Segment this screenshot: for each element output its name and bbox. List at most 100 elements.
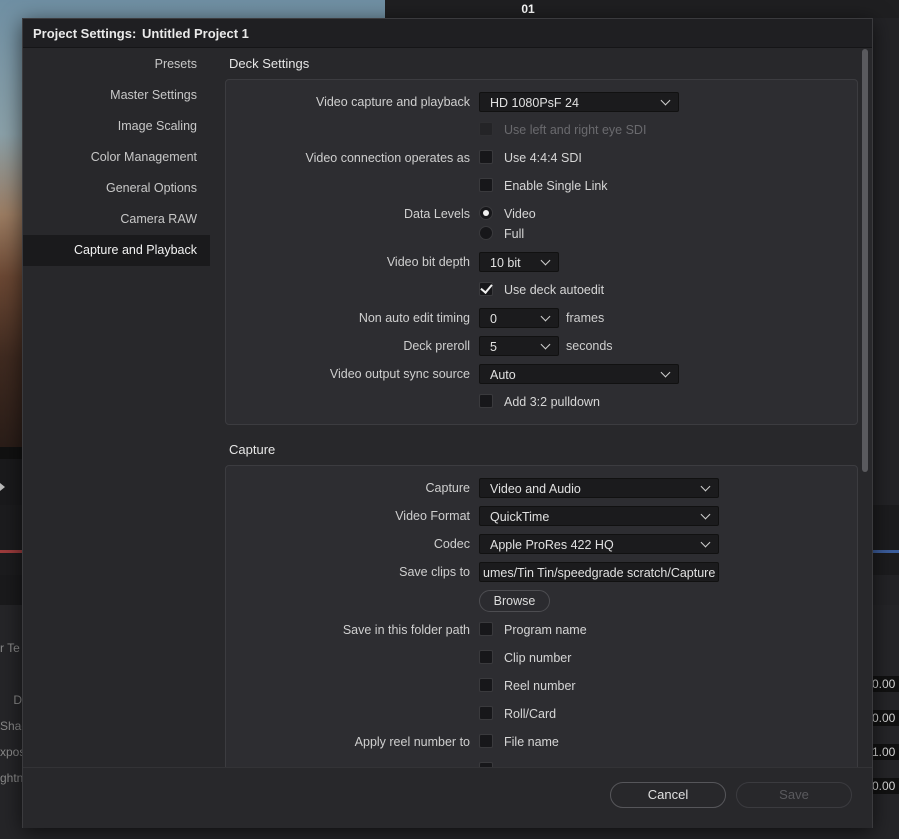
sidebar-item-capture-and-playback[interactable]: Capture and Playback	[23, 235, 210, 266]
reel-number-row: Reel number	[226, 676, 857, 698]
sdi444-checkbox[interactable]	[479, 150, 493, 164]
chevron-down-icon	[540, 255, 551, 266]
dialog-titlebar: Project Settings: Untitled Project 1	[23, 19, 872, 48]
reel-number-label: Reel number	[504, 679, 576, 693]
background-value-field[interactable]: 0.00	[872, 710, 899, 726]
scrollbar-thumb[interactable]	[862, 49, 868, 472]
bit-depth-dropdown[interactable]: 10 bit	[479, 252, 559, 272]
sdi444-label: Use 4:4:4 SDI	[504, 151, 582, 165]
data-levels-full-row: Full	[226, 224, 857, 246]
video-format-dropdown[interactable]: QuickTime	[479, 506, 719, 526]
deck-preroll-dropdown[interactable]: 5	[479, 336, 559, 356]
chevron-down-icon	[700, 537, 711, 548]
non-auto-edit-unit: frames	[566, 311, 605, 325]
sync-source-label: Video output sync source	[329, 367, 470, 381]
non-auto-edit-label: Non auto edit timing	[358, 311, 470, 325]
play-icon[interactable]	[0, 483, 5, 491]
content-scrollbar[interactable]	[861, 49, 869, 797]
deck-preroll-label: Deck preroll	[403, 339, 470, 353]
video-capture-dropdown[interactable]: HD 1080PsF 24	[479, 92, 679, 112]
sync-source-value: Auto	[490, 368, 516, 382]
non-auto-edit-dropdown[interactable]: 0	[479, 308, 559, 328]
data-levels-full-radio[interactable]	[479, 226, 493, 240]
chevron-down-icon	[660, 95, 671, 106]
program-name-row: Save in this folder path Program name	[226, 620, 857, 642]
sync-source-dropdown[interactable]: Auto	[479, 364, 679, 384]
capture-row: Capture Video and Audio	[226, 478, 857, 500]
autoedit-checkbox[interactable]	[479, 281, 493, 296]
capture-group: Capture Video and Audio Video Format Qui…	[225, 465, 858, 767]
cancel-button[interactable]: Cancel	[610, 782, 726, 808]
dialog-title-project: Untitled Project 1	[142, 26, 249, 41]
bit-depth-row: Video bit depth 10 bit	[226, 252, 857, 274]
autoedit-row: Use deck autoedit	[226, 280, 857, 302]
clip-number-label: Clip number	[504, 651, 572, 665]
clip-number-checkbox[interactable]	[479, 650, 493, 664]
reel-number-checkbox[interactable]	[479, 678, 493, 692]
sidebar-item-master-settings[interactable]: Master Settings	[23, 80, 210, 111]
background-label: ghtn	[0, 771, 22, 785]
project-settings-dialog: Project Settings: Untitled Project 1 Pre…	[22, 18, 873, 828]
video-format-value: QuickTime	[490, 510, 550, 524]
browse-row: Browse	[226, 590, 857, 612]
chevron-down-icon	[700, 481, 711, 492]
save-clips-path-field[interactable]: umes/Tin Tin/speedgrade scratch/Capture	[479, 562, 719, 582]
settings-content: Deck Settings Video capture and playback…	[225, 49, 858, 767]
program-name-label: Program name	[504, 623, 587, 637]
video-format-row: Video Format QuickTime	[226, 506, 857, 528]
sidebar-item-camera-raw[interactable]: Camera RAW	[23, 204, 210, 235]
eye-sdi-checkbox[interactable]	[479, 122, 493, 136]
single-link-checkbox[interactable]	[479, 178, 493, 192]
codec-value: Apple ProRes 422 HQ	[490, 538, 614, 552]
deck-preroll-value: 5	[490, 340, 497, 354]
single-link-label: Enable Single Link	[504, 179, 608, 193]
chevron-down-icon	[540, 339, 551, 350]
partial-hidden-row	[226, 760, 857, 767]
file-name-checkbox[interactable]	[479, 734, 493, 748]
dialog-title-prefix: Project Settings:	[33, 26, 137, 41]
background-label: xpos	[0, 745, 22, 759]
dialog-footer: Cancel Save	[23, 767, 872, 828]
sidebar-item-general-options[interactable]: General Options	[23, 173, 210, 204]
browse-button[interactable]: Browse	[479, 590, 550, 612]
background-label: Shac	[0, 719, 22, 733]
codec-row: Codec Apple ProRes 422 HQ	[226, 534, 857, 556]
data-levels-video-radio[interactable]	[479, 206, 493, 220]
save-clips-row: Save clips to umes/Tin Tin/speedgrade sc…	[226, 562, 857, 584]
sidebar-item-color-management[interactable]: Color Management	[23, 142, 210, 173]
clip-number-row: Clip number	[226, 648, 857, 670]
background-label: r Te	[0, 641, 20, 655]
chevron-down-icon	[700, 509, 711, 520]
capture-dropdown[interactable]: Video and Audio	[479, 478, 719, 498]
pulldown-checkbox[interactable]	[479, 394, 493, 408]
eye-sdi-row: Use left and right eye SDI	[226, 120, 857, 142]
capture-label: Capture	[425, 481, 470, 495]
non-auto-edit-row: Non auto edit timing 0 frames	[226, 308, 857, 330]
save-button[interactable]: Save	[736, 782, 852, 808]
background-top-bar	[385, 0, 899, 18]
timecode-label: 01	[521, 2, 535, 16]
deck-preroll-row: Deck preroll 5 seconds	[226, 336, 857, 358]
data-levels-video-row: Data Levels Video	[226, 204, 857, 226]
background-value-field[interactable]: 1.00	[872, 744, 899, 760]
program-name-checkbox[interactable]	[479, 622, 493, 636]
background-value-field[interactable]: 0.00	[872, 676, 899, 692]
checkmark-icon	[480, 281, 493, 294]
sidebar-item-presets[interactable]: Presets	[23, 49, 210, 80]
roll-card-row: Roll/Card	[226, 704, 857, 726]
single-link-row: Enable Single Link	[226, 176, 857, 198]
eye-sdi-label: Use left and right eye SDI	[504, 123, 647, 137]
pulldown-row: Add 3:2 pulldown	[226, 392, 857, 414]
sidebar-item-image-scaling[interactable]: Image Scaling	[23, 111, 210, 142]
settings-sidebar: Presets Master Settings Image Scaling Co…	[23, 49, 210, 266]
chevron-down-icon	[540, 311, 551, 322]
bit-depth-label: Video bit depth	[386, 255, 470, 269]
roll-card-checkbox[interactable]	[479, 706, 493, 720]
autoedit-label: Use deck autoedit	[504, 283, 605, 297]
save-folder-path-label: Save in this folder path	[342, 623, 470, 637]
video-format-label: Video Format	[395, 509, 470, 523]
codec-dropdown[interactable]: Apple ProRes 422 HQ	[479, 534, 719, 554]
bit-depth-value: 10 bit	[490, 256, 521, 270]
background-value-field[interactable]: 0.00	[872, 778, 899, 794]
codec-label: Codec	[433, 537, 470, 551]
